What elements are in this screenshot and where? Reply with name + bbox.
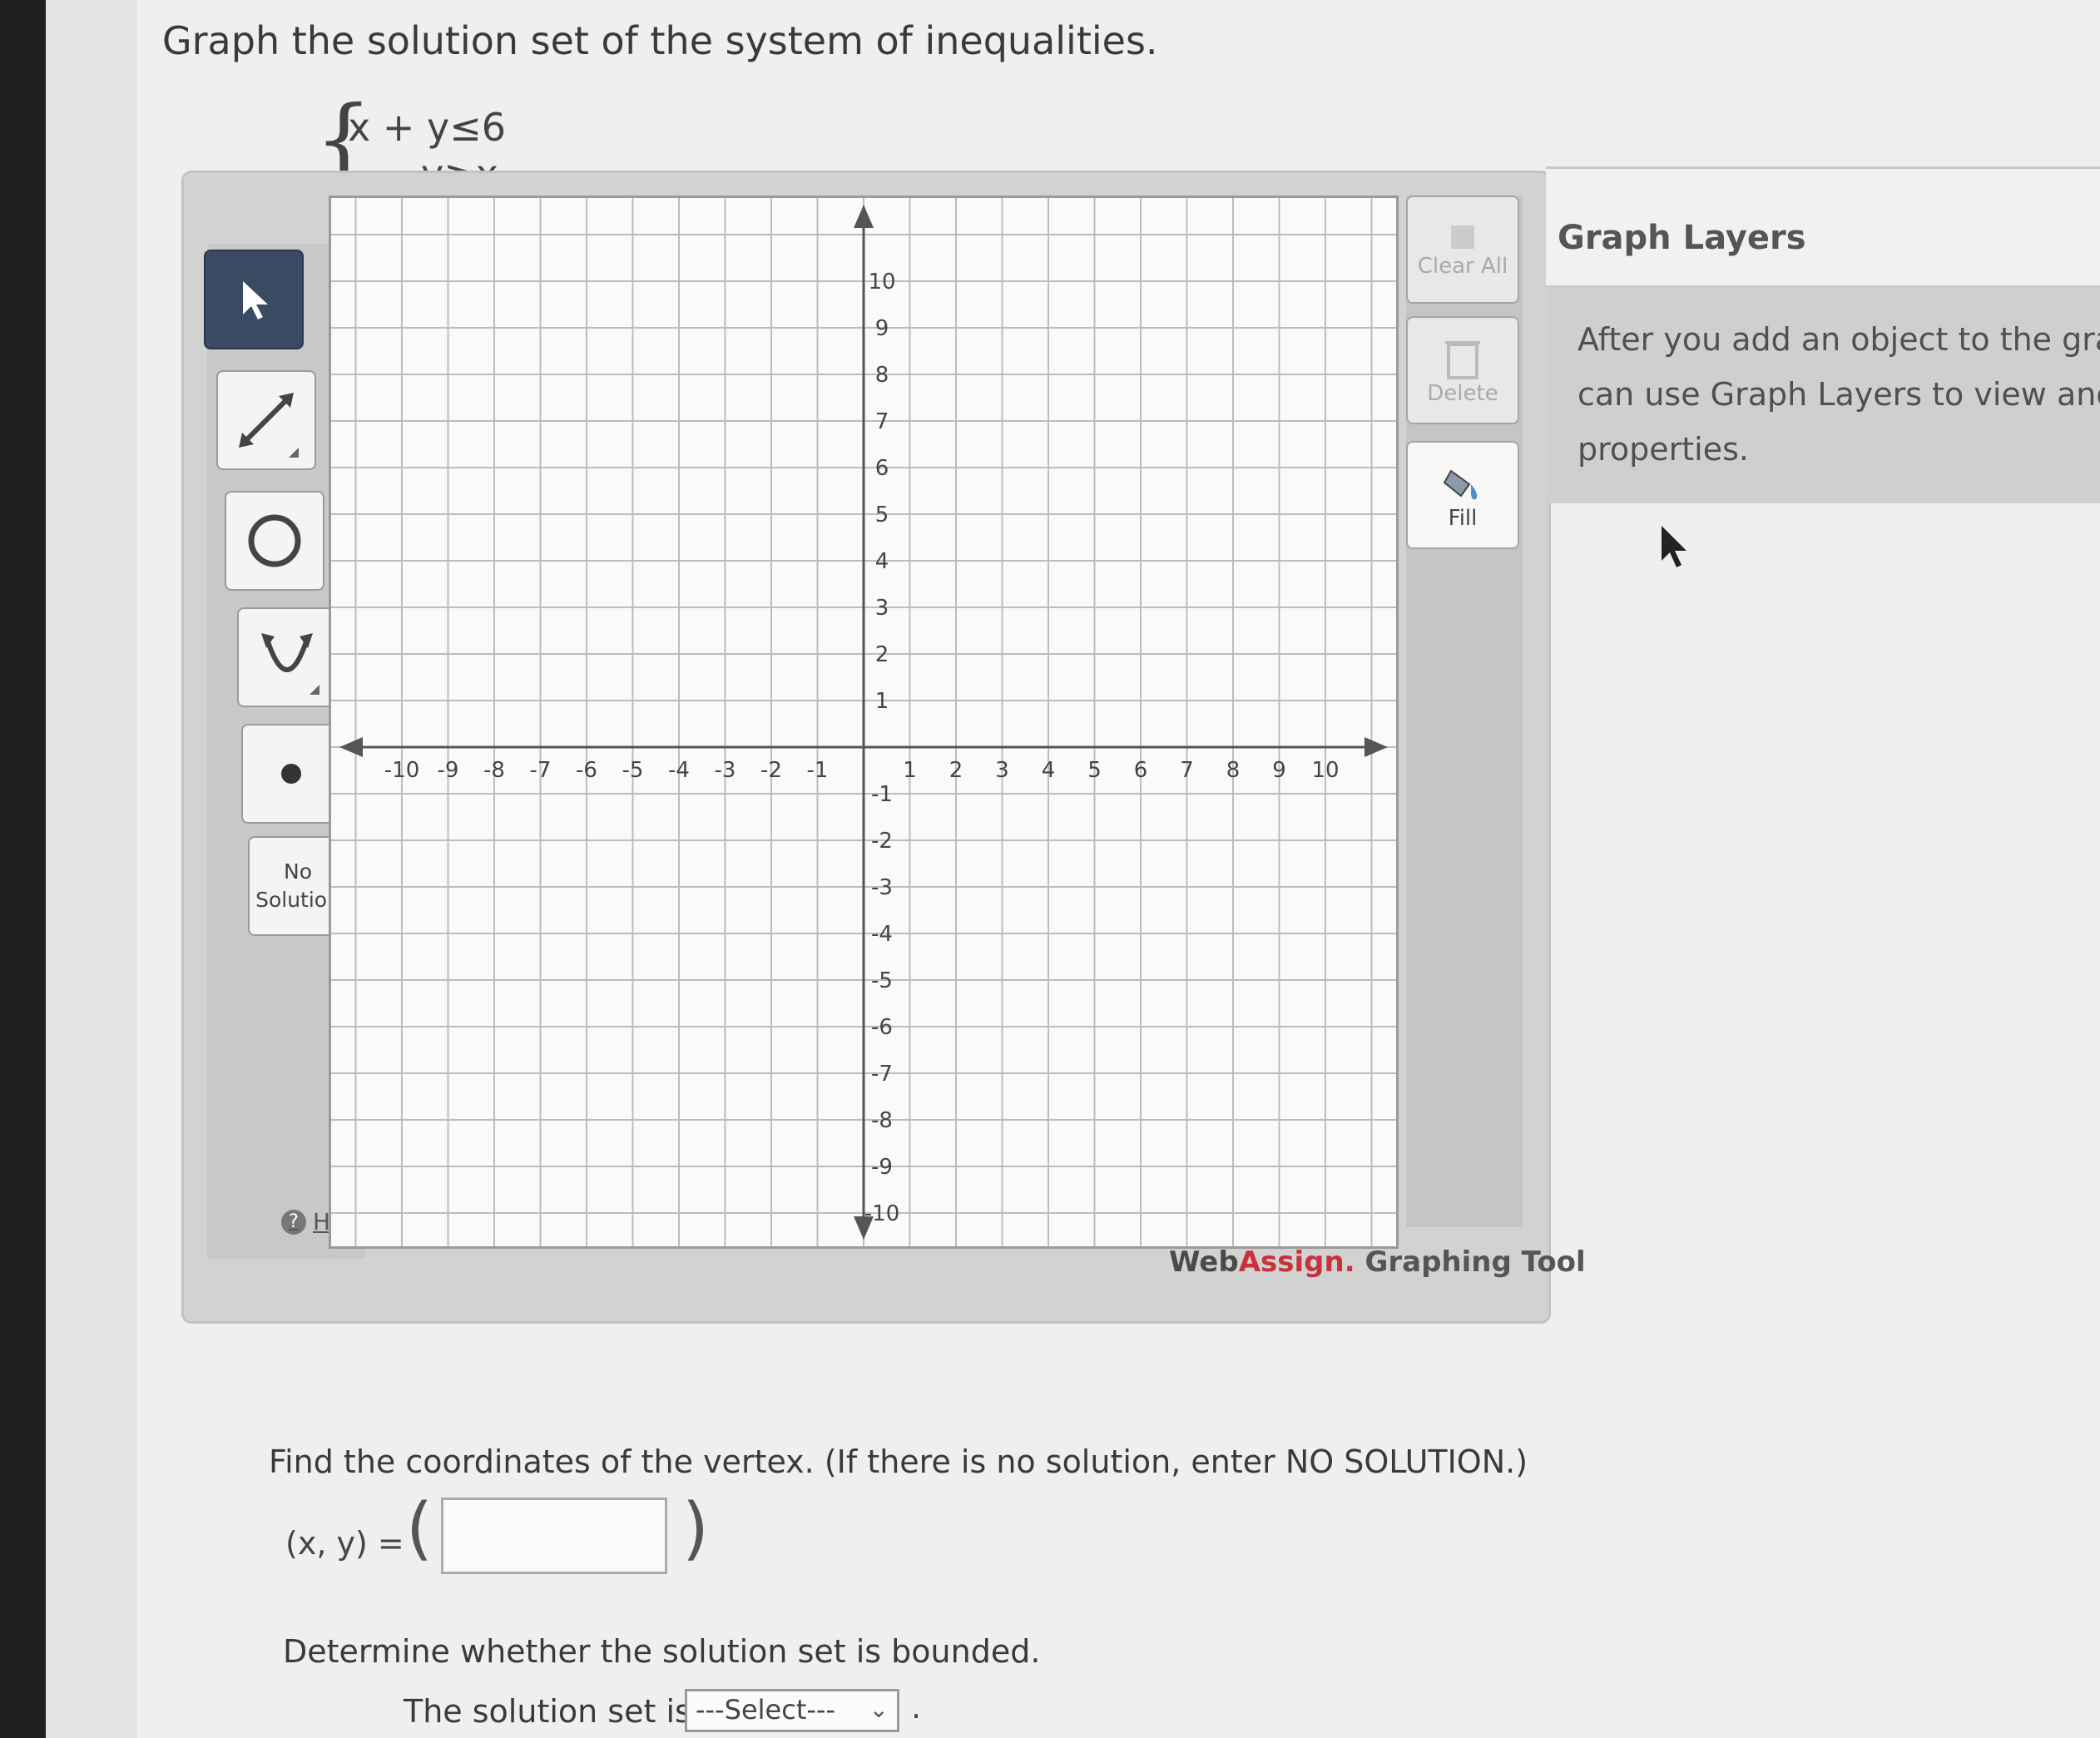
clear-all-label: Clear All [1417, 254, 1508, 279]
y-tick-label: -6 [871, 1015, 893, 1040]
y-tick-label: 6 [875, 456, 889, 481]
y-tick-label: 7 [875, 409, 889, 434]
x-tick-label: -7 [530, 758, 552, 783]
question-prompt: Graph the solution set of the system of … [162, 18, 1158, 63]
coordinate-grid[interactable]: -10 -9 -8 -7 -6 -5 -4 -3 -2 -1 1 2 3 4 5 6 7 8 9 10 10 9 8 7 6 5 4… [331, 198, 1396, 1246]
clear-all-button[interactable]: Clear All [1406, 196, 1519, 304]
y-axis-arrow-up [854, 205, 874, 228]
y-tick-label: -1 [871, 782, 893, 807]
y-tick-label: -4 [871, 922, 893, 947]
open-paren: ( [406, 1489, 433, 1568]
x-tick-label: 10 [1311, 758, 1339, 783]
solution-set-label: The solution set is [404, 1693, 691, 1730]
mouse-cursor-icon [1662, 526, 1686, 567]
line-tool-button[interactable] [216, 370, 316, 470]
y-tick-label: -2 [871, 829, 893, 854]
bounded-select[interactable]: ---Select--- ⌄ [685, 1689, 899, 1732]
x-tick-label: 6 [1134, 758, 1148, 783]
y-tick-label: 10 [868, 270, 895, 295]
close-paren: ) [682, 1489, 709, 1568]
trash-icon [1445, 341, 1480, 379]
x-tick-label: -5 [622, 758, 644, 783]
vertex-input[interactable] [441, 1498, 667, 1574]
point-tool-button[interactable] [241, 724, 341, 824]
delete-label: Delete [1427, 381, 1498, 406]
y-tick-label: -5 [871, 968, 893, 993]
x-tick-label: 2 [949, 758, 963, 783]
y-tick-label: 2 [875, 642, 889, 667]
x-tick-label: 7 [1180, 758, 1194, 783]
y-tick-label: 1 [875, 689, 889, 714]
background-edge [0, 0, 46, 1738]
x-tick-label: 4 [1042, 758, 1056, 783]
x-tick-label: -10 [384, 758, 419, 783]
xy-label: (x, y) = [285, 1525, 404, 1562]
pointer-icon [243, 281, 268, 319]
y-tick-label: -9 [871, 1155, 893, 1180]
x-tick-label: 1 [903, 758, 917, 783]
parabola-tool-button[interactable] [237, 607, 337, 707]
graph-layers-line-2: can use Graph Layers to view and e [1577, 376, 2100, 413]
paint-bucket-icon [1443, 469, 1478, 500]
fill-label: Fill [1448, 506, 1478, 531]
y-tick-label: -7 [871, 1062, 893, 1087]
graph-layers-line-3: properties. [1577, 431, 1749, 468]
chevron-down-icon: ⌄ [869, 1696, 889, 1723]
x-tick-label: 3 [995, 758, 1009, 783]
x-tick-label: 8 [1226, 758, 1241, 783]
fill-button[interactable]: Fill [1406, 441, 1519, 549]
right-toolbar: Clear All Delete Fill [1406, 196, 1523, 1227]
help-icon: ? [281, 1209, 306, 1235]
x-axis-arrow-right [1365, 737, 1388, 757]
vertex-question: Find the coordinates of the vertex. (If … [269, 1443, 1528, 1480]
bounded-question: Determine whether the solution set is bo… [283, 1633, 1041, 1670]
y-tick-label: -8 [871, 1108, 893, 1133]
x-tick-label: 5 [1087, 758, 1102, 783]
y-tick-label: -10 [864, 1201, 899, 1226]
y-tick-label: 9 [875, 316, 889, 341]
circle-tool-button[interactable] [225, 491, 324, 591]
parabola-tool-icon [261, 633, 319, 695]
background-margin [46, 0, 137, 1738]
delete-button[interactable]: Delete [1406, 316, 1519, 424]
y-tick-label: 4 [875, 549, 889, 574]
graph-layers-line-1: After you add an object to the graph [1577, 321, 2100, 358]
y-tick-label: 8 [875, 363, 889, 388]
graph-layers-title: Graph Layers [1558, 219, 1806, 257]
x-tick-label: 9 [1272, 758, 1286, 783]
graph-layers-header[interactable]: Graph Layers [1546, 166, 2100, 288]
trailing-period: . [911, 1689, 922, 1726]
graph-area[interactable]: -10 -9 -8 -7 -6 -5 -4 -3 -2 -1 1 2 3 4 5 6 7 8 9 10 10 9 8 7 6 5 4… [329, 196, 1399, 1249]
x-tick-label: -8 [483, 758, 505, 783]
y-tick-label: 5 [875, 503, 889, 527]
graph-layers-text: After you add an object to the graph can… [1577, 312, 2100, 477]
x-tick-label: -1 [807, 758, 829, 783]
webassign-brand: WebAssign. Graphing Tool [1169, 1245, 1586, 1279]
pointer-tool-button[interactable] [204, 250, 304, 349]
x-tick-label: -3 [715, 758, 736, 783]
point-tool-icon [281, 764, 301, 784]
select-value: ---Select--- [696, 1694, 835, 1726]
line-tool-icon [239, 393, 299, 458]
circle-tool-icon [248, 514, 301, 567]
clear-icon [1451, 225, 1474, 249]
y-tick-label: -3 [871, 875, 893, 900]
y-tick-label: 3 [875, 596, 889, 621]
inequality-1: x + y≤6 [348, 105, 507, 150]
graph-layers-body: After you add an object to the graph can… [1546, 287, 2100, 503]
x-tick-label: -9 [438, 758, 459, 783]
x-tick-label: -6 [576, 758, 597, 783]
x-tick-label: -2 [760, 758, 782, 783]
x-axis-arrow-left [339, 737, 363, 757]
x-tick-label: -4 [668, 758, 690, 783]
